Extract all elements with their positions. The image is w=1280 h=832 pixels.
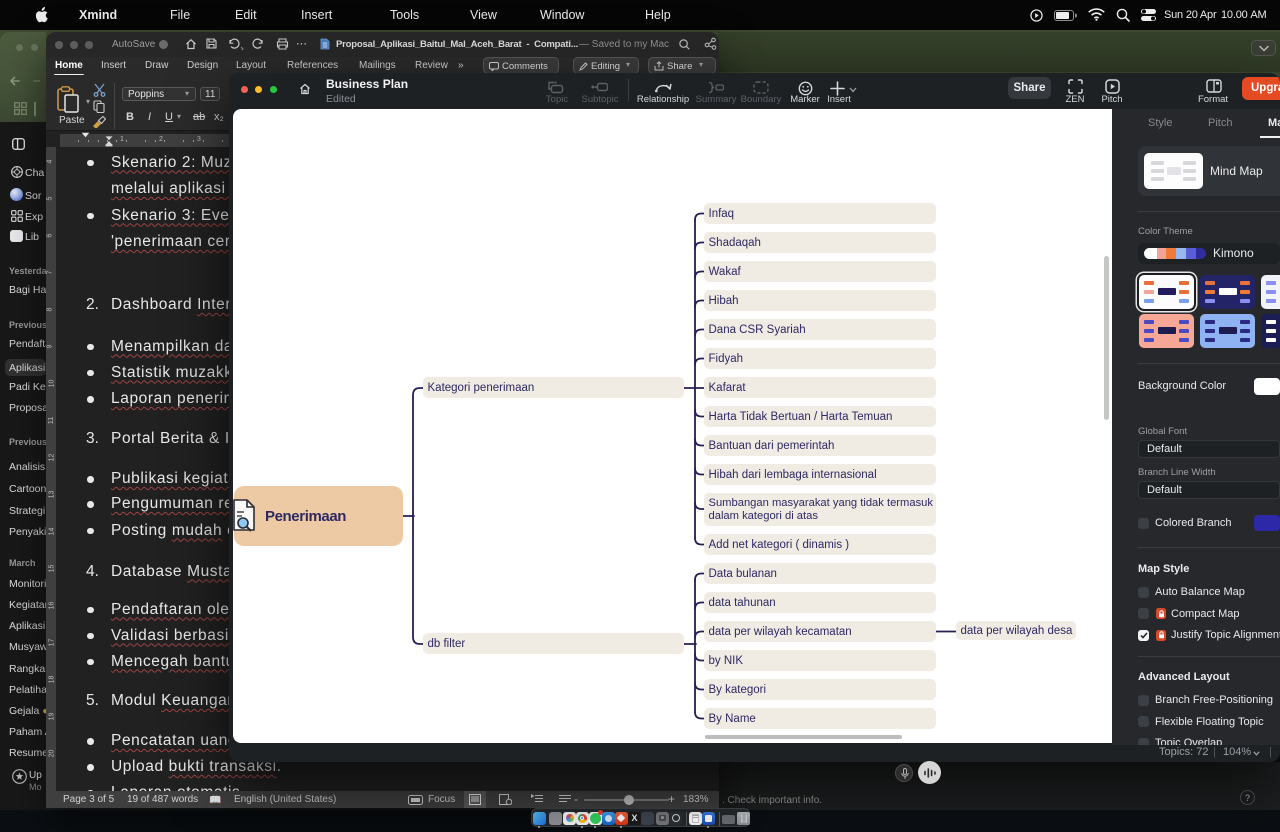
svg-text:📖: 📖: [209, 795, 221, 805]
